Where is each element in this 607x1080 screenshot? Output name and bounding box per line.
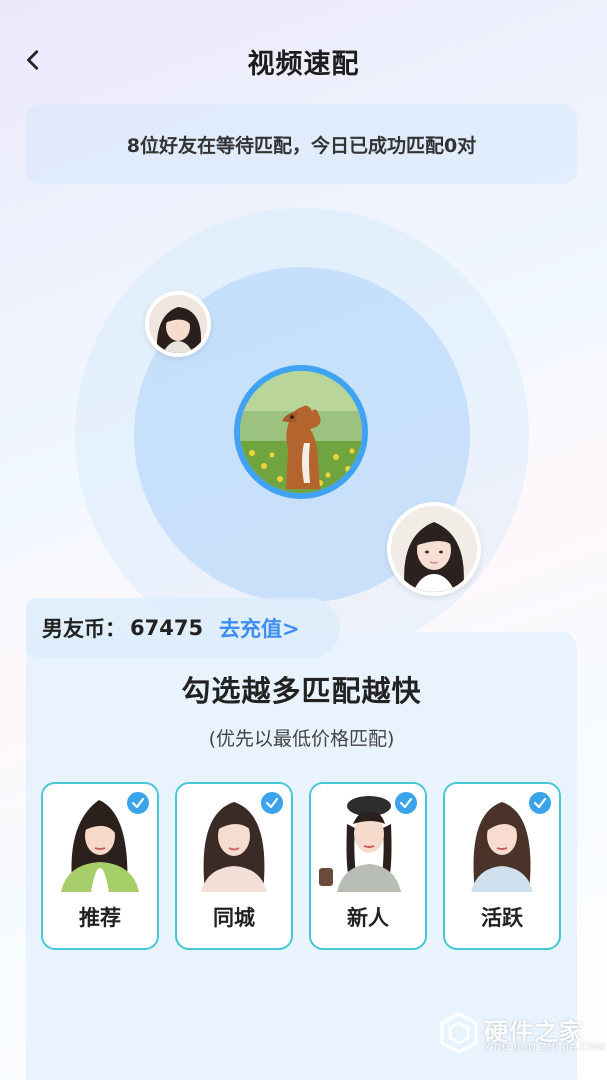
- panel-subtitle: (优先以最低价格匹配): [208, 728, 395, 750]
- header: 视频速配: [0, 0, 607, 120]
- coin-value: 67475: [130, 616, 204, 640]
- nearby-user-avatar[interactable]: [387, 502, 481, 596]
- option-label: 推荐: [79, 906, 121, 930]
- option-label: 同城: [213, 906, 255, 930]
- match-radar: [0, 190, 607, 662]
- match-status-text: 8位好友在等待匹配，今日已成功匹配0对: [126, 134, 477, 157]
- my-avatar[interactable]: [234, 365, 368, 499]
- coin-balance-bar: 男友币： 67475 去充值>: [26, 598, 340, 658]
- option-card-same-city[interactable]: 同城: [175, 782, 293, 950]
- option-cards: 推荐 同城 新人 活跃: [41, 782, 561, 952]
- option-card-recommend[interactable]: 推荐: [41, 782, 159, 950]
- checkmark-icon[interactable]: [125, 790, 151, 816]
- checkmark-icon[interactable]: [527, 790, 553, 816]
- option-label: 新人: [347, 906, 389, 930]
- nearby-user-avatar[interactable]: [145, 291, 211, 357]
- watermark: 硬件之家 YING JIAN ZHI JIA.COM: [438, 1010, 605, 1060]
- coin-label: 男友币：: [42, 617, 126, 641]
- option-label: 活跃: [481, 906, 523, 930]
- watermark-logo-icon: [440, 1012, 478, 1054]
- option-card-active[interactable]: 活跃: [443, 782, 561, 950]
- checkmark-icon[interactable]: [259, 790, 285, 816]
- panel-title: 勾选越多匹配越快: [181, 674, 422, 708]
- match-status-banner: 8位好友在等待匹配，今日已成功匹配0对: [26, 104, 577, 184]
- checkmark-icon[interactable]: [393, 790, 419, 816]
- page-title: 视频速配: [247, 49, 360, 80]
- watermark-subtitle: YING JIAN ZHI JIA.COM: [484, 1042, 606, 1053]
- option-card-newcomer[interactable]: 新人: [309, 782, 427, 950]
- recharge-link[interactable]: 去充值>: [219, 613, 300, 643]
